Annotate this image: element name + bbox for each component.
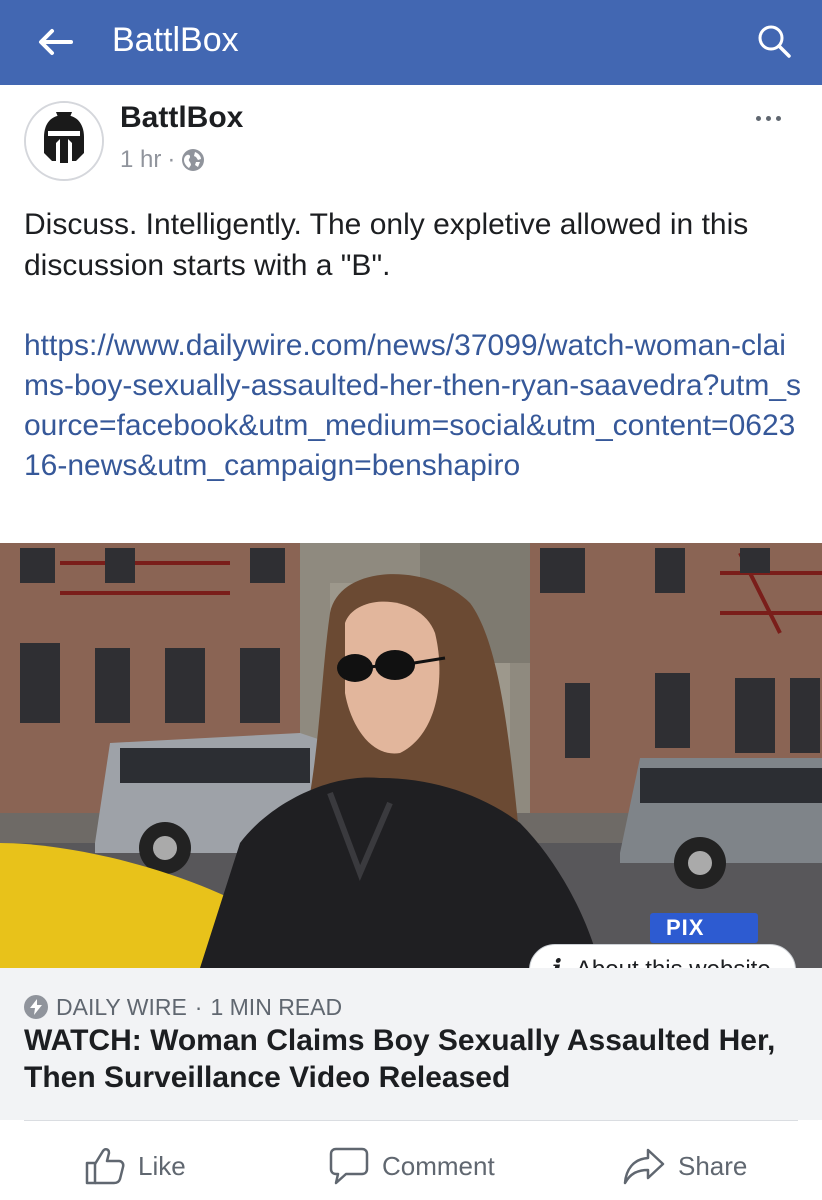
source-name: DAILY WIRE [56, 994, 187, 1020]
comment-bubble-icon [329, 1147, 369, 1185]
share-label: Share [678, 1150, 748, 1181]
page-name[interactable]: BattlBox [120, 100, 243, 136]
comment-button[interactable]: Comment [328, 1132, 495, 1200]
back-button[interactable] [34, 22, 78, 62]
post-meta: 1 hr · [120, 145, 205, 175]
post-link[interactable]: https://www.dailywire.com/news/37099/wat… [24, 326, 804, 486]
dot-icon [755, 115, 761, 121]
action-bar: Like Comment Share [0, 1132, 822, 1200]
arrow-left-icon [39, 29, 73, 55]
dot-icon [765, 115, 771, 121]
news-scene-illustration [0, 543, 822, 968]
header-title: BattlBox [112, 21, 239, 59]
search-icon [758, 25, 791, 58]
more-options-button[interactable] [746, 104, 790, 132]
page-avatar[interactable] [24, 101, 104, 181]
post-text: Discuss. Intelligently. The only expleti… [24, 208, 749, 282]
thumbs-up-icon [85, 1148, 125, 1185]
spartan-helmet-logo [26, 103, 102, 179]
search-button[interactable] [752, 20, 796, 64]
comment-label: Comment [382, 1150, 495, 1181]
globe-icon [182, 149, 205, 171]
source-separator: · [194, 994, 203, 1020]
dot-icon [775, 115, 781, 121]
like-label: Like [138, 1150, 186, 1181]
post-time[interactable]: 1 hr [120, 145, 161, 175]
station-logo: PIX [666, 915, 705, 940]
link-source: DAILY WIRE · 1 MIN READ [24, 993, 342, 1021]
read-time: 1 MIN READ [210, 994, 343, 1020]
share-button[interactable]: Share [622, 1132, 747, 1200]
link-title[interactable]: WATCH: Woman Claims Boy Sexually Assault… [24, 1022, 804, 1096]
app-header: BattlBox [0, 0, 822, 85]
link-preview-image[interactable]: PIX [0, 543, 822, 968]
share-arrow-icon [623, 1148, 665, 1185]
meta-separator: · [167, 146, 176, 173]
instant-article-bolt-icon [24, 995, 48, 1019]
like-button[interactable]: Like [84, 1132, 186, 1200]
divider [24, 1120, 798, 1121]
